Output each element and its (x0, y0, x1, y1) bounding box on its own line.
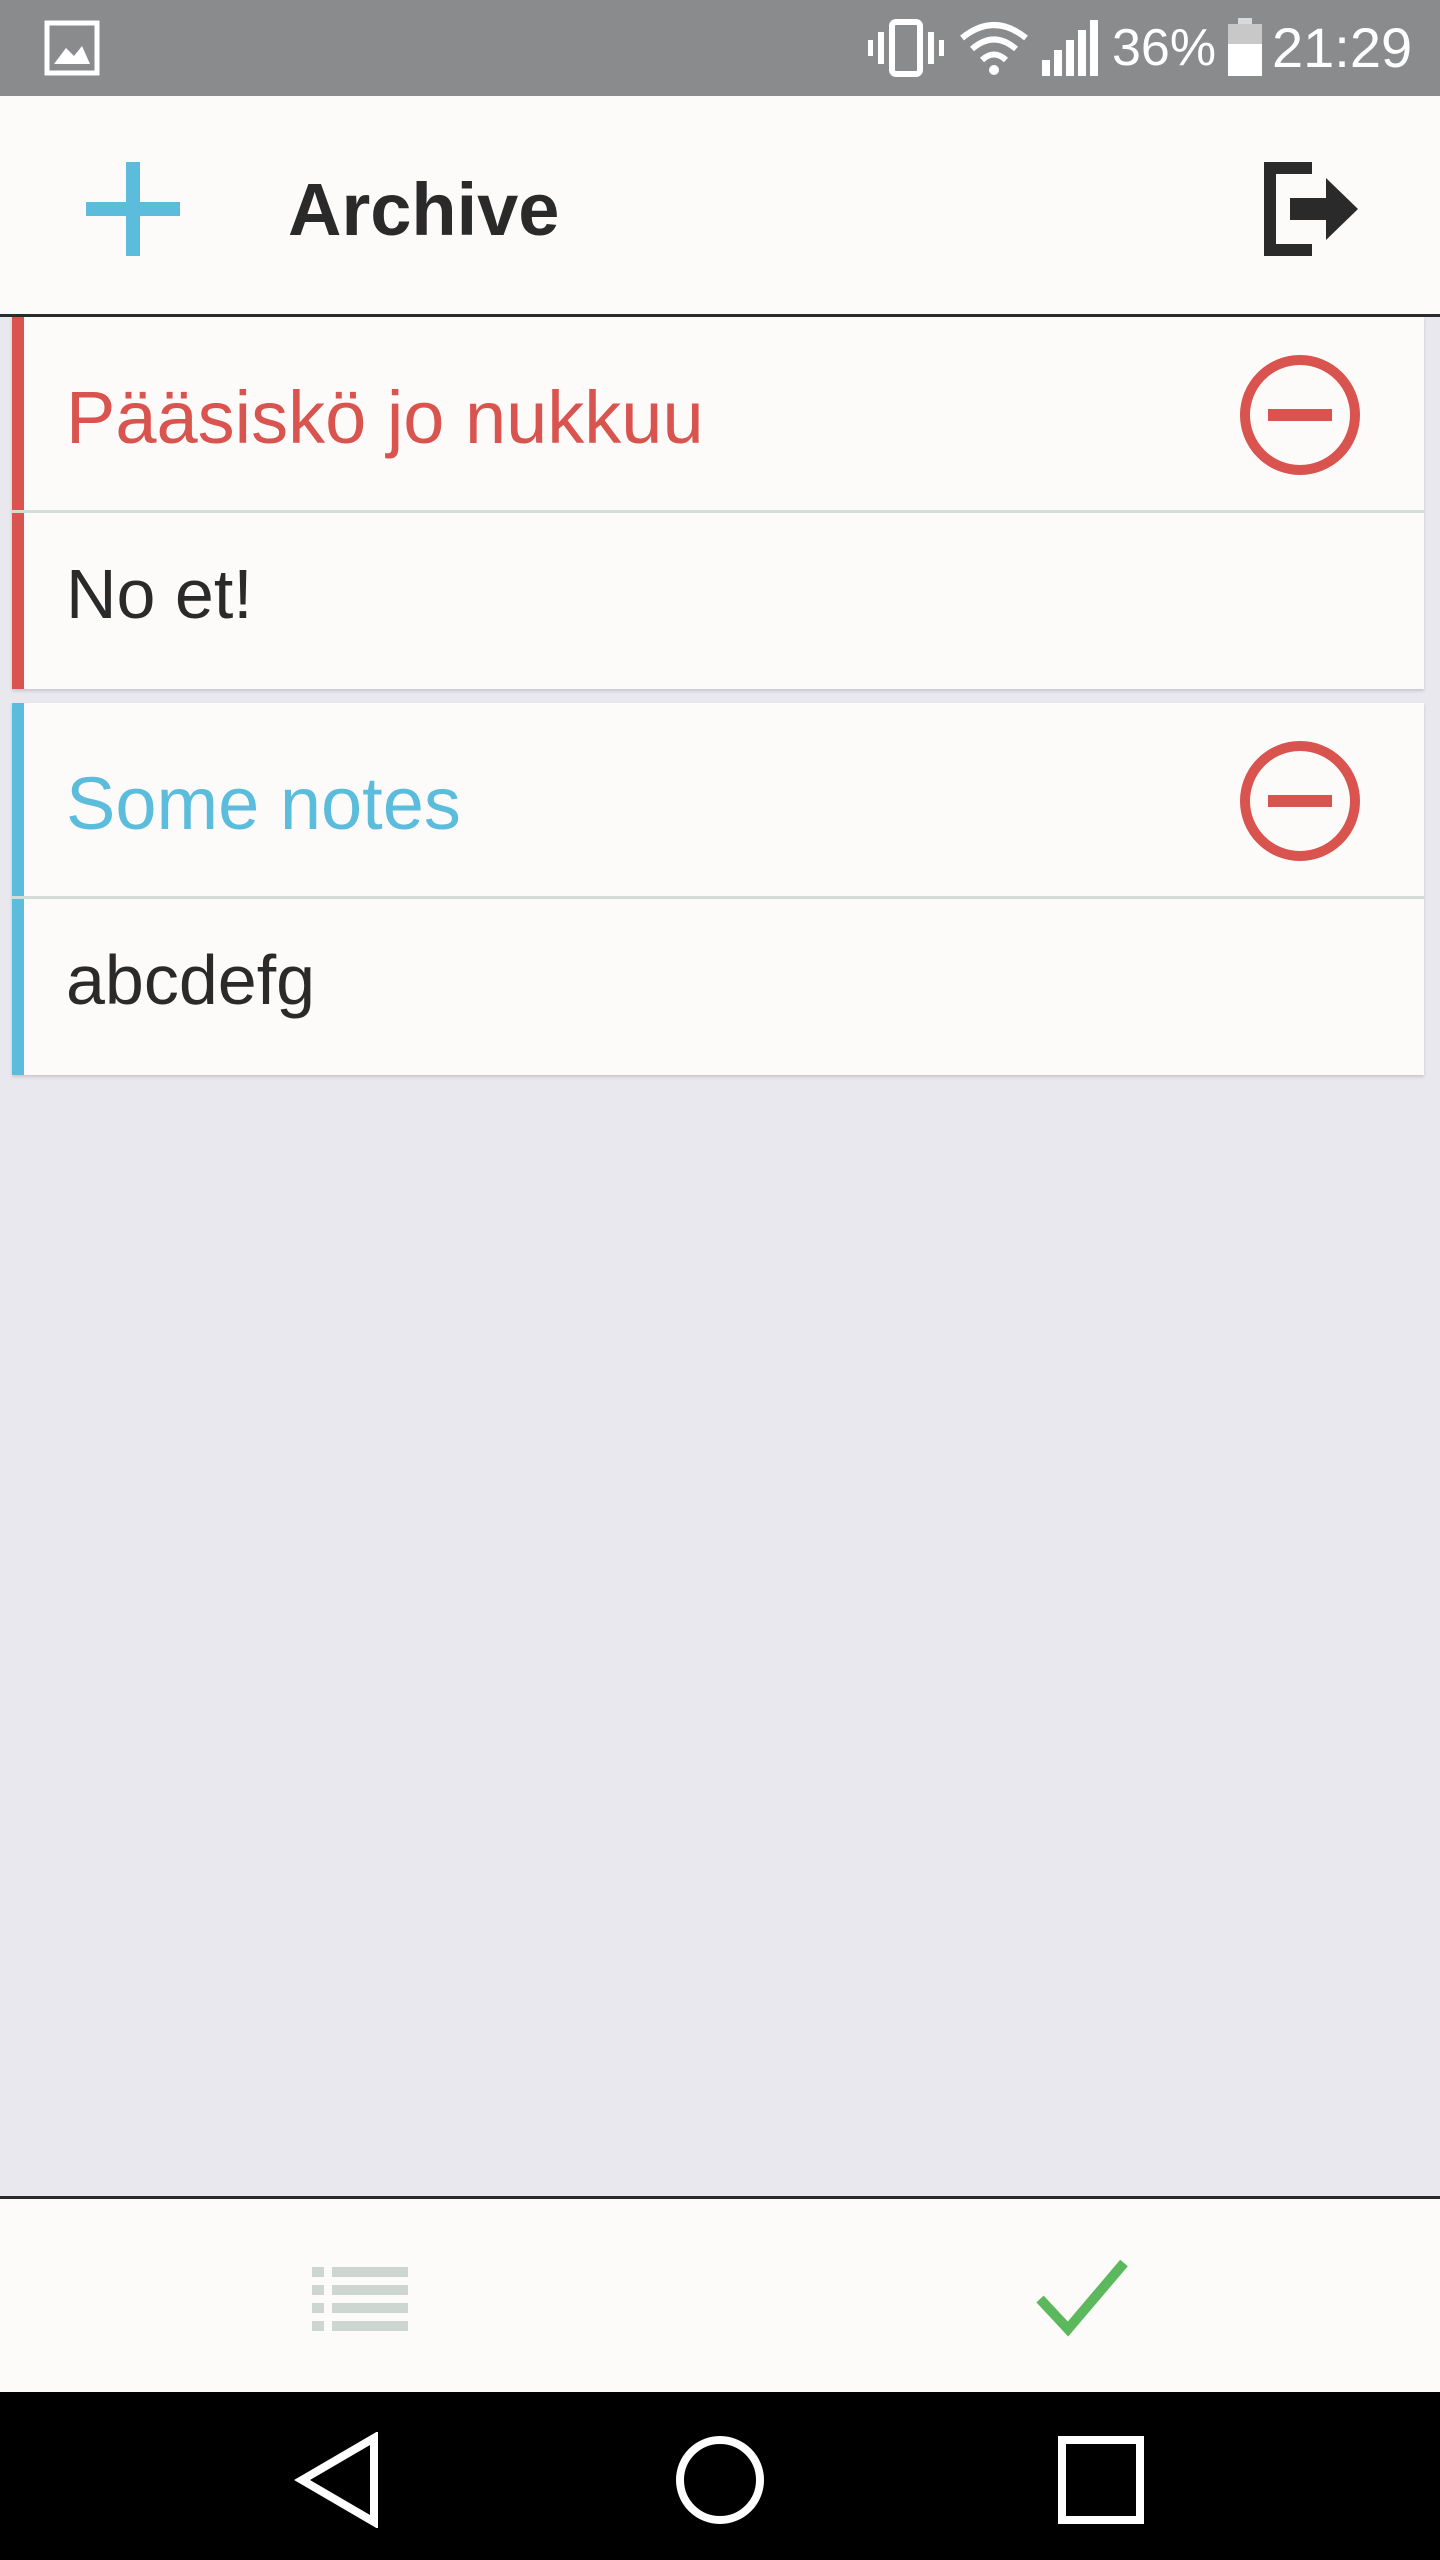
home-icon[interactable] (672, 2432, 768, 2528)
clock: 21:29 (1272, 16, 1413, 79)
app-bar: Archive (0, 96, 1440, 317)
note-card[interactable]: Some notes abcdefg (12, 703, 1424, 1075)
page-title: Archive (288, 168, 560, 251)
minus-circle-icon[interactable] (1238, 739, 1362, 863)
note-title: Pääsiskö jo nukkuu (66, 376, 704, 459)
system-nav-bar (0, 2392, 1440, 2560)
signal-icon (1042, 20, 1098, 76)
note-body: No et! (12, 513, 1424, 689)
battery-icon (1228, 18, 1262, 76)
gallery-icon (44, 20, 100, 76)
wifi-icon (960, 22, 1028, 75)
note-header: Some notes (12, 703, 1424, 899)
list-icon[interactable] (312, 2263, 408, 2333)
status-bar: 36% 21:29 (0, 0, 1440, 96)
vibrate-icon (868, 19, 944, 77)
bottom-bar (0, 2196, 1440, 2395)
minus-circle-icon[interactable] (1238, 353, 1362, 477)
note-title: Some notes (66, 762, 461, 845)
battery-percent: 36% (1112, 19, 1217, 77)
checkmark-icon[interactable] (1034, 2255, 1130, 2339)
back-icon[interactable] (294, 2432, 384, 2528)
note-text: abcdefg (66, 941, 316, 1019)
recent-apps-icon[interactable] (1056, 2432, 1146, 2528)
plus-icon[interactable] (78, 154, 188, 264)
note-body: abcdefg (12, 899, 1424, 1075)
notes-list: Pääsiskö jo nukkuu No et! Some notes abc… (12, 317, 1424, 1089)
note-text: No et! (66, 555, 253, 633)
note-header: Pääsiskö jo nukkuu (12, 317, 1424, 513)
logout-icon[interactable] (1250, 154, 1370, 264)
note-card[interactable]: Pääsiskö jo nukkuu No et! (12, 317, 1424, 689)
